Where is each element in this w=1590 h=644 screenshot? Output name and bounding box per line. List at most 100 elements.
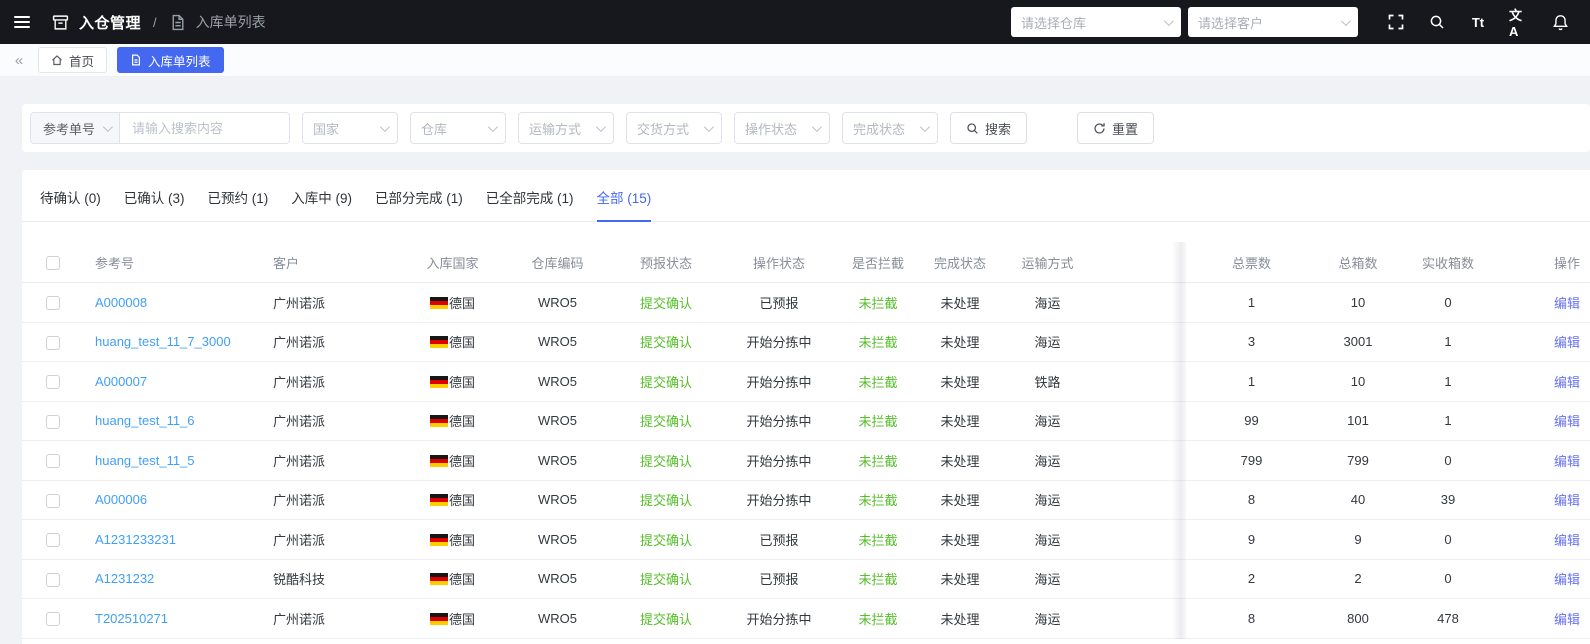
col-header-country: 入库国家 [426,255,479,271]
edit-link[interactable]: 编辑 [1554,414,1580,429]
cell-boxes: 2 [1354,571,1362,587]
cell-forecast: 提交确认 [610,411,722,430]
cell-boxes: 10 [1350,373,1366,389]
warehouse-box-icon [52,14,69,30]
cell-received: 39 [1440,492,1456,508]
search-type-select[interactable]: 参考单号 [30,112,121,144]
edit-link[interactable]: 编辑 [1554,612,1580,627]
search-button[interactable]: 搜索 [950,112,1028,144]
cell-forecast: 提交确认 [610,451,722,470]
collapse-tags-icon[interactable]: « [10,52,28,69]
row-checkbox[interactable] [46,572,60,587]
status-text-intercept: 未拦截 [858,374,898,390]
cell-ref: huang_test_11_7_3000 [84,334,260,349]
edit-link[interactable]: 编辑 [1554,572,1580,587]
filter-select-warehouse[interactable]: 仓库 [410,112,507,144]
cell-operation: 开始分拣中 [746,335,812,351]
cell-check [22,571,84,587]
order-ref-link[interactable]: A000006 [95,492,147,507]
row-checkbox[interactable] [46,414,60,429]
cell-intercept: 未拦截 [836,609,920,628]
status-tab-partially-finished[interactable]: 已部分完成 (1) [375,187,463,221]
cell-operation: 开始分拣中 [746,493,812,509]
status-tab-all[interactable]: 全部 (15) [596,187,651,222]
order-ref-link[interactable]: huang_test_11_5 [95,453,195,468]
reset-button[interactable]: 重置 [1077,112,1155,144]
germany-flag-icon [429,415,448,428]
status-tab-pending-confirm[interactable]: 待确认 (0) [40,187,101,221]
cell-transport: 海运 [1034,335,1061,351]
cell-intercept: 未拦截 [836,490,920,509]
status-tab-confirmed[interactable]: 已确认 (3) [124,187,185,221]
translate-icon[interactable]: 文A [1509,8,1529,39]
status-tab-reserved[interactable]: 已预约 (1) [208,187,269,221]
row-checkbox[interactable] [46,533,60,548]
cell-action: 编辑 [1498,609,1590,628]
order-ref-link[interactable]: A000008 [95,295,147,310]
order-ref-link[interactable]: A000007 [95,374,147,389]
filter-select-placeholder: 交货方式 [637,121,690,137]
font-size-icon[interactable]: Tt [1468,12,1488,32]
chevron-down-icon [487,121,498,132]
chevron-down-icon [1340,15,1351,26]
filter-select-delivery-mode[interactable]: 交货方式 [626,112,723,144]
customer-select-placeholder: 请选择客户 [1198,15,1264,31]
col-header-customer: 客户 [273,255,300,271]
edit-link[interactable]: 编辑 [1554,493,1580,508]
warehouse-select[interactable]: 请选择仓库 [1011,7,1181,37]
cell-tickets: 2 [1247,571,1256,587]
filter-select-country[interactable]: 国家 [302,112,399,144]
edit-link[interactable]: 编辑 [1554,533,1580,548]
select-all-checkbox[interactable] [46,255,60,270]
status-text-intercept: 未拦截 [858,295,898,311]
hamburger-menu-icon[interactable] [14,16,30,28]
cell-received: 1 [1444,413,1452,429]
cell-tickets: 799 [1240,452,1263,468]
edit-link[interactable]: 编辑 [1554,375,1580,390]
filter-select-placeholder: 完成状态 [853,121,906,137]
order-ref-link[interactable]: huang_test_11_7_3000 [95,334,231,349]
cell-action: 编辑 [1498,490,1590,509]
filter-select-placeholder: 运输方式 [529,121,582,137]
cell-ref: huang_test_11_5 [84,453,260,468]
status-tab-fully-finished[interactable]: 已全部完成 (1) [486,187,574,221]
filter-select-transport-mode[interactable]: 运输方式 [518,112,615,144]
status-text-intercept: 未拦截 [858,532,898,548]
row-checkbox[interactable] [46,335,60,350]
row-checkbox[interactable] [46,454,60,469]
cell-boxes: 9 [1354,531,1362,547]
row-checkbox[interactable] [46,375,60,390]
status-text-intercept: 未拦截 [858,572,898,588]
cell-intercept: 未拦截 [836,451,920,470]
status-tab-inbound[interactable]: 入库中 (9) [291,187,352,221]
chevron-down-icon [379,121,390,132]
edit-link[interactable]: 编辑 [1554,454,1580,469]
tag-home[interactable]: 首页 [38,47,108,73]
order-ref-link[interactable]: huang_test_11_6 [95,413,195,428]
germany-flag-icon [429,296,448,309]
country-label: 德国 [448,335,475,351]
order-ref-link[interactable]: T202510271 [95,611,168,626]
cell-warehouse: WRO5 [538,413,577,429]
cell-boxes: 10 [1350,294,1366,310]
row-checkbox[interactable] [46,612,60,627]
order-ref-link[interactable]: A1231232 [95,571,154,586]
keyword-input[interactable] [120,112,291,144]
filter-select-finish-status[interactable]: 完成状态 [842,112,939,144]
customer-select[interactable]: 请选择客户 [1188,7,1358,37]
edit-link[interactable]: 编辑 [1554,335,1580,350]
cell-operation: 已预报 [759,572,799,588]
row-checkbox[interactable] [46,493,60,508]
tag-inbound-order-list[interactable]: 入库单列表 [117,47,224,73]
row-checkbox[interactable] [46,296,60,311]
cell-transport: 海运 [1034,611,1061,627]
country-label: 德国 [448,453,475,469]
notification-bell-icon[interactable] [1550,12,1570,32]
search-icon[interactable] [1427,12,1447,32]
filter-select-operation-status[interactable]: 操作状态 [734,112,831,144]
order-ref-link[interactable]: A1231233231 [95,532,176,547]
edit-link[interactable]: 编辑 [1554,296,1580,311]
col-header-action: 操作 [1553,255,1580,271]
fullscreen-icon[interactable] [1386,12,1406,32]
cell-received: 0 [1444,452,1452,468]
